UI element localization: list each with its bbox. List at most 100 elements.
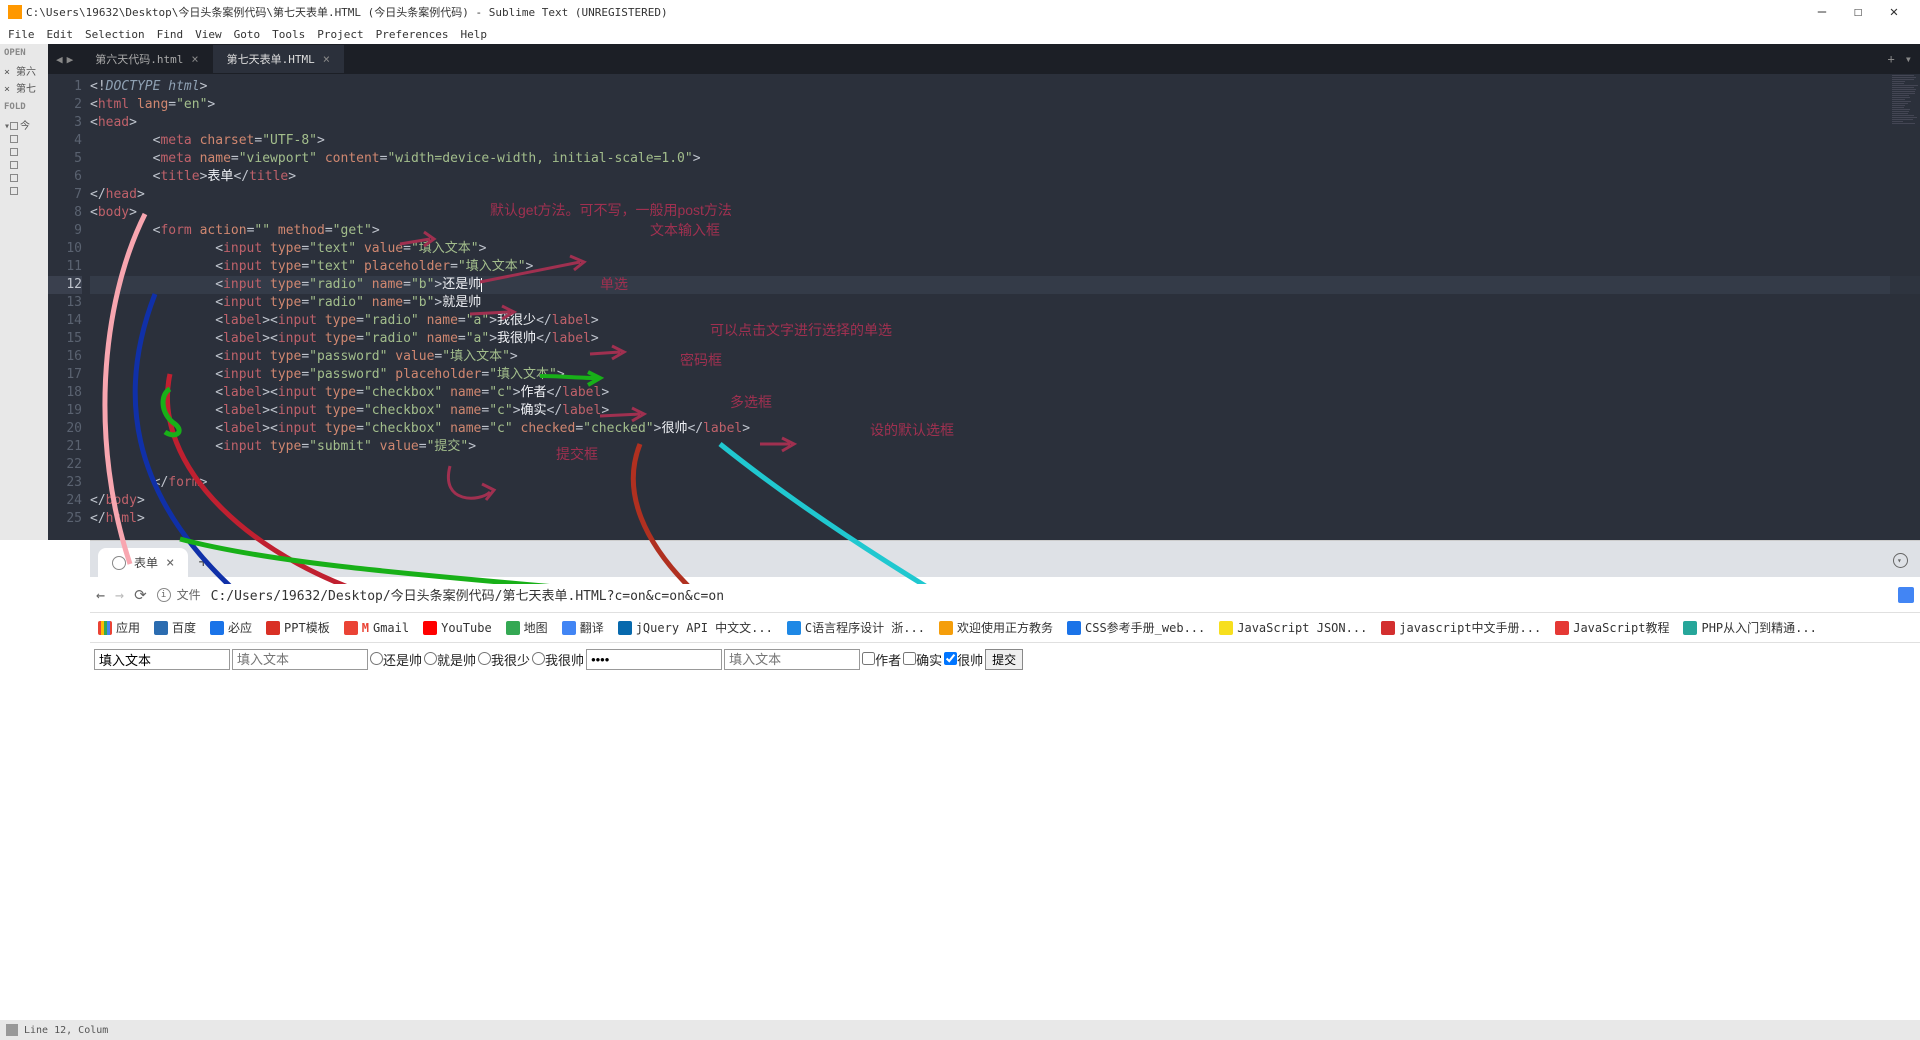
bookmark-icon — [506, 621, 520, 635]
bookmark-icon — [1381, 621, 1395, 635]
browser-tab[interactable]: 表单 × — [98, 548, 188, 577]
text-input-2[interactable] — [232, 649, 368, 670]
new-tab-button[interactable]: + — [188, 546, 218, 577]
password-input-2[interactable] — [724, 649, 860, 670]
bookmark-item[interactable]: C语言程序设计 浙... — [785, 619, 927, 636]
bookmark-label: Gmail — [373, 621, 409, 635]
bookmark-item[interactable]: MGmail — [342, 621, 411, 635]
menu-tools[interactable]: Tools — [272, 28, 305, 41]
sidebar-open-item[interactable]: × 第七 — [4, 79, 44, 96]
menu-view[interactable]: View — [195, 28, 222, 41]
window-maximize[interactable]: ☐ — [1840, 4, 1876, 20]
back-button[interactable]: ← — [96, 586, 105, 604]
bookmark-label: 地图 — [524, 619, 548, 636]
tab-nav-left[interactable]: ◀ — [54, 53, 65, 66]
browser-tab-title: 表单 — [134, 554, 158, 571]
code-editor[interactable]: 1234567891011121314151617181920212223242… — [48, 74, 1920, 540]
close-icon[interactable]: × — [323, 52, 330, 66]
sidebar-open-header: OPEN — [4, 48, 44, 58]
menu-find[interactable]: Find — [157, 28, 184, 41]
bookmark-item[interactable]: 百度 — [152, 619, 198, 636]
menu-selection[interactable]: Selection — [85, 28, 145, 41]
editor-tab[interactable]: 第七天表单.HTML× — [213, 45, 344, 73]
bookmark-item[interactable]: JavaScript JSON... — [1217, 621, 1369, 635]
bookmark-icon — [562, 621, 576, 635]
bookmark-item[interactable]: PPT模板 — [264, 619, 332, 636]
bookmark-item[interactable]: 欢迎使用正方教务 — [937, 619, 1055, 636]
bookmark-icon — [210, 621, 224, 635]
bookmark-label: CSS参考手册_web... — [1085, 619, 1205, 636]
radio-a1[interactable]: 我很少 — [478, 650, 530, 669]
editor-app: OPEN × 第六 × 第七 FOLD ▾今 ◀ ▶ 第六天代码.html×第七… — [0, 44, 1920, 540]
bookmark-item[interactable]: javascript中文手册... — [1379, 619, 1543, 636]
tab-nav-right[interactable]: ▶ — [65, 53, 76, 66]
globe-icon — [112, 556, 126, 570]
menu-file[interactable]: File — [8, 28, 35, 41]
submit-button[interactable] — [985, 649, 1023, 670]
new-tab-button[interactable]: + — [1888, 52, 1895, 66]
sidebar-file[interactable] — [4, 133, 44, 146]
bookmark-item[interactable]: 地图 — [504, 619, 550, 636]
minimap[interactable] — [1890, 74, 1920, 540]
cursor-position: Line 12, Colum — [24, 1025, 108, 1036]
browser-addressbar: ← → ⟳ i文件 C:/Users/19632/Desktop/今日头条案例代… — [90, 577, 1920, 613]
sidebar[interactable]: OPEN × 第六 × 第七 FOLD ▾今 — [0, 44, 48, 540]
editor-tabs: ◀ ▶ 第六天代码.html×第七天表单.HTML× + ▾ — [48, 44, 1920, 74]
url[interactable]: C:/Users/19632/Desktop/今日头条案例代码/第七天表单.HT… — [211, 585, 724, 604]
menu-project[interactable]: Project — [317, 28, 363, 41]
bookmark-label: PHP从入门到精通... — [1701, 619, 1816, 636]
bookmark-item[interactable]: 应用 — [96, 619, 142, 636]
password-input-1[interactable] — [586, 649, 722, 670]
bookmark-item[interactable]: CSS参考手册_web... — [1065, 619, 1207, 636]
sidebar-open-item[interactable]: × 第六 — [4, 62, 44, 79]
tabs-menu-button[interactable]: ▾ — [1905, 52, 1912, 66]
tabs-dropdown-icon[interactable] — [1893, 553, 1908, 568]
radio-a2[interactable]: 我很帅 — [532, 650, 584, 669]
sidebar-folder[interactable]: ▾今 — [4, 116, 44, 133]
code-area[interactable]: <!DOCTYPE html><html lang="en"><head> <m… — [90, 74, 1920, 540]
sidebar-file[interactable] — [4, 146, 44, 159]
bookmark-label: 必应 — [228, 619, 252, 636]
bookmark-label: 百度 — [172, 619, 196, 636]
translate-icon[interactable] — [1898, 587, 1914, 603]
text-input-1[interactable] — [94, 649, 230, 670]
bookmark-label: JavaScript教程 — [1573, 619, 1669, 636]
checkbox-1[interactable]: 作者 — [862, 650, 901, 669]
editor-tab[interactable]: 第六天代码.html× — [81, 45, 212, 73]
window-minimize[interactable]: — — [1804, 4, 1840, 20]
browser-window: 表单 × + ← → ⟳ i文件 C:/Users/19632/Desktop/… — [90, 540, 1920, 1040]
bookmark-label: PPT模板 — [284, 619, 330, 636]
sidebar-file[interactable] — [4, 159, 44, 172]
bookmark-icon — [1067, 621, 1081, 635]
sidebar-file[interactable] — [4, 172, 44, 185]
tab-close-icon[interactable]: × — [166, 555, 174, 571]
checkbox-2[interactable]: 确实 — [903, 650, 942, 669]
sidebar-file[interactable] — [4, 185, 44, 198]
radio-b2[interactable]: 就是帅 — [424, 650, 476, 669]
tab-nav[interactable]: ◀ ▶ — [48, 53, 81, 66]
browser-tabbar: 表单 × + — [90, 541, 1920, 577]
bookmark-item[interactable]: JavaScript教程 — [1553, 619, 1671, 636]
radio-b1[interactable]: 还是帅 — [370, 650, 422, 669]
bookmark-icon — [1555, 621, 1569, 635]
status-icon — [6, 1024, 18, 1036]
close-icon[interactable]: × — [191, 52, 198, 66]
bookmark-item[interactable]: YouTube — [421, 621, 494, 635]
window-close[interactable]: ✕ — [1876, 4, 1912, 20]
reload-button[interactable]: ⟳ — [134, 586, 147, 604]
menu-goto[interactable]: Goto — [234, 28, 261, 41]
forward-button[interactable]: → — [115, 586, 124, 604]
bookmark-icon — [618, 621, 632, 635]
bookmark-item[interactable]: 翻译 — [560, 619, 606, 636]
bookmark-item[interactable]: 必应 — [208, 619, 254, 636]
url-chip: i文件 — [157, 586, 201, 603]
bookmark-item[interactable]: PHP从入门到精通... — [1681, 619, 1818, 636]
menu-help[interactable]: Help — [460, 28, 487, 41]
bookmark-item[interactable]: jQuery API 中文文... — [616, 619, 775, 636]
window-title: C:\Users\19632\Desktop\今日头条案例代码\第七天表单.HT… — [26, 4, 668, 20]
menu-edit[interactable]: Edit — [47, 28, 74, 41]
bookmark-icon — [98, 621, 112, 635]
bookmark-label: YouTube — [441, 621, 492, 635]
menu-preferences[interactable]: Preferences — [376, 28, 449, 41]
checkbox-3[interactable]: 很帅 — [944, 650, 983, 669]
